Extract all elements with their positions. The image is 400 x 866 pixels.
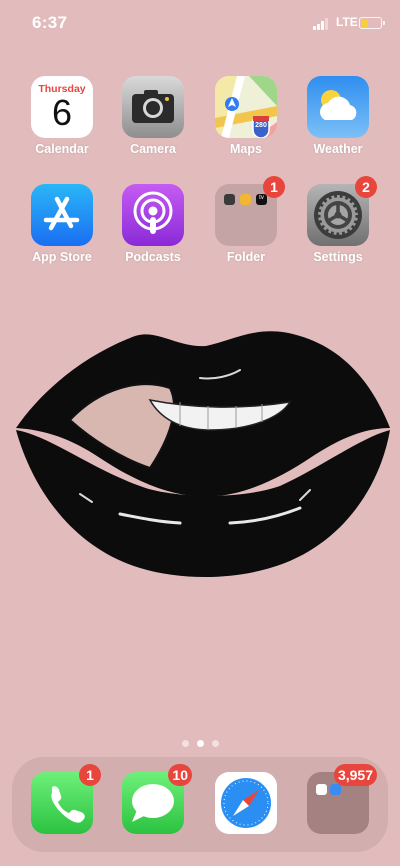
weather-icon (307, 76, 369, 138)
app-maps[interactable]: 280 Maps (200, 76, 292, 156)
folder-tv-label: tv (259, 195, 264, 201)
app-calendar[interactable]: Thursday 6 Calendar (16, 76, 108, 156)
lips-wallpaper (16, 331, 390, 577)
page-indicator[interactable] (180, 740, 220, 748)
app-label: Camera (130, 142, 176, 156)
notification-badge: 1 (79, 764, 101, 786)
settings-icon: 2 (307, 176, 377, 246)
maps-icon: 280 (215, 76, 277, 138)
app-label: Podcasts (125, 250, 181, 264)
dock-messages[interactable]: 10 (107, 764, 199, 834)
battery-icon (359, 17, 385, 29)
notification-badge: 10 (168, 764, 192, 786)
page-dot (212, 740, 219, 747)
messages-icon: 10 (122, 764, 192, 834)
calendar-date: 6 (51, 92, 73, 133)
podcasts-icon (122, 184, 184, 246)
dock-phone[interactable]: 1 (16, 764, 108, 834)
battery-level (361, 19, 368, 27)
page-dot (182, 740, 189, 747)
notification-badge: 1 (263, 176, 285, 198)
notification-badge: 3,957 (333, 764, 377, 786)
app-settings[interactable]: 2 Settings (292, 176, 384, 264)
app-label: Folder (226, 250, 266, 264)
folder-icon: 3,957 (307, 764, 377, 834)
app-label: Calendar (35, 142, 89, 156)
dock-mail-folder[interactable]: 3,957 (292, 764, 384, 834)
camera-icon (122, 76, 184, 138)
calendar-icon: Thursday 6 (31, 76, 93, 138)
status-time: 6:37 (32, 13, 68, 32)
notification-badge: 2 (355, 176, 377, 198)
signal-icon (313, 18, 331, 30)
dock-safari[interactable] (200, 772, 292, 834)
safari-icon (215, 772, 277, 834)
app-weather[interactable]: Weather (292, 76, 384, 156)
app-app-store[interactable]: App Store (16, 184, 108, 264)
app-camera[interactable]: Camera (107, 76, 199, 156)
status-bar: 6:37 LTE (0, 0, 400, 48)
phone-icon: 1 (31, 764, 101, 834)
network-type: LTE (336, 15, 358, 29)
app-store-icon (31, 184, 93, 246)
app-label: Weather (313, 142, 363, 156)
road-sign-number: 280 (255, 122, 267, 129)
app-label: App Store (32, 250, 92, 264)
folder-icon: tv 1 (215, 176, 285, 246)
app-label: Maps (230, 142, 262, 156)
app-podcasts[interactable]: Podcasts (107, 184, 199, 264)
app-folder[interactable]: tv 1 Folder (200, 176, 292, 264)
page-dot-current (197, 740, 204, 747)
app-label: Settings (313, 250, 363, 264)
